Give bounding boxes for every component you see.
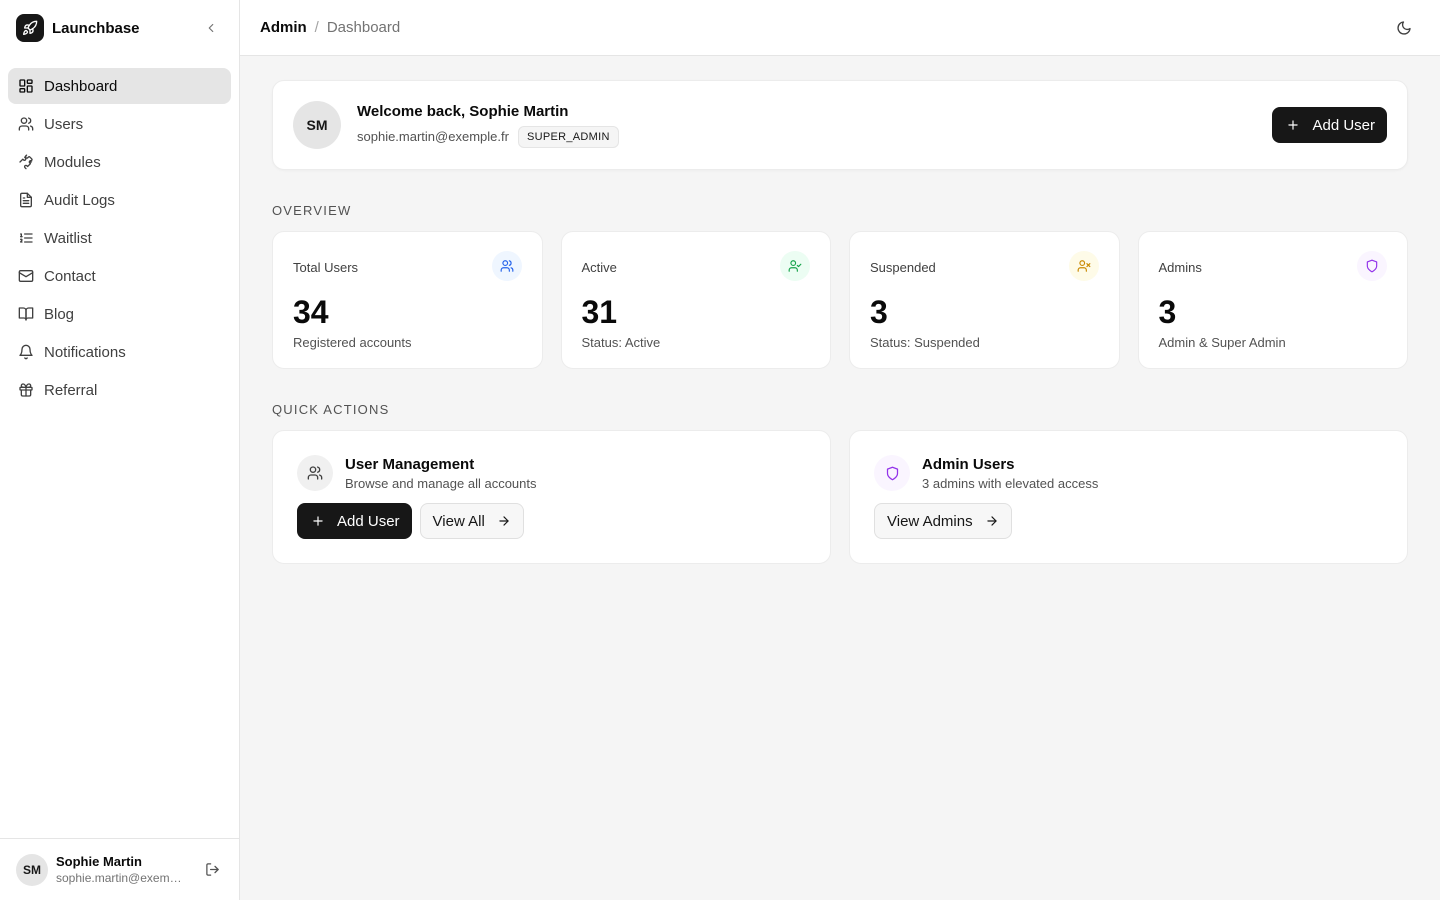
user-email: sophie.martin@exemple.fr <box>56 871 188 885</box>
sidebar-item-label: Modules <box>44 153 101 171</box>
stat-label: Admins <box>1158 260 1202 275</box>
sidebar-item-blog[interactable]: Blog <box>8 296 231 332</box>
stat-value: 34 <box>293 294 329 330</box>
stat-caption: Registered accounts <box>293 335 412 350</box>
qa-add-user-label: Add User <box>337 512 400 530</box>
avatar: SM <box>293 101 341 149</box>
quick-actions: User Management Browse and manage all ac… <box>272 430 1408 564</box>
role-badge: SUPER_ADMIN <box>517 125 619 148</box>
quick-actions-heading: QUICK ACTIONS <box>272 402 390 417</box>
stat-card-admins: Admins 3 Admin & Super Admin <box>1137 231 1408 369</box>
shield-icon <box>874 455 910 491</box>
log-out-icon <box>205 863 219 876</box>
qa-title: User Management <box>345 456 475 473</box>
users-icon <box>297 455 333 491</box>
sidebar-item-label: Dashboard <box>44 77 118 95</box>
shield-icon <box>1357 251 1387 281</box>
user-check-icon <box>780 251 810 281</box>
sidebar-item-contact[interactable]: Contact <box>8 258 231 294</box>
stats-grid: Total Users 34 Registered accounts Activ… <box>272 231 1408 369</box>
stat-card-suspended: Suspended 3 Status: Suspended <box>849 231 1120 369</box>
arrow-right-icon <box>499 516 509 526</box>
stat-label: Active <box>581 260 617 275</box>
mail-icon <box>18 268 34 284</box>
collapse-sidebar-button[interactable] <box>199 16 223 40</box>
view-admins-label: View Admins <box>887 512 973 530</box>
sidebar-item-label: Contact <box>44 267 96 285</box>
qa-title: Admin Users <box>922 456 1015 473</box>
breadcrumb-current: Dashboard <box>326 19 401 36</box>
user-x-icon <box>1068 251 1099 281</box>
view-all-label: View All <box>432 512 485 530</box>
plus-icon <box>313 516 323 526</box>
sidebar-item-users[interactable]: Users <box>8 106 231 142</box>
stat-label: Total Users <box>293 260 359 275</box>
puzzle-icon <box>18 154 34 170</box>
sidebar-item-modules[interactable]: Modules <box>8 144 231 180</box>
stat-value: 31 <box>581 294 618 330</box>
plus-icon <box>1288 120 1299 130</box>
overview-heading: OVERVIEW <box>272 203 352 218</box>
sidebar-user-profile: SM Sophie Martin sophie.martin@exemple.f… <box>0 838 240 900</box>
sidebar-nav: Dashboard Users Modules Audit Logs Waitl… <box>0 56 239 408</box>
qa-description: 3 admins with elevated access <box>922 476 1099 491</box>
sidebar-item-notifications[interactable]: Notifications <box>8 334 231 370</box>
book-open-icon <box>18 306 34 322</box>
welcome-title: Welcome back, Sophie Martin <box>357 102 569 120</box>
file-text-icon <box>18 192 34 208</box>
sidebar-item-referral[interactable]: Referral <box>8 372 231 408</box>
sidebar-item-label: Blog <box>44 305 75 323</box>
sidebar-item-dashboard[interactable]: Dashboard <box>8 68 231 104</box>
admin-users-card: Admin Users 3 admins with elevated acces… <box>849 430 1408 564</box>
list-ordered-icon <box>18 230 34 246</box>
moon-icon <box>1397 20 1411 35</box>
view-admins-button[interactable]: View Admins <box>874 503 1012 539</box>
dashboard-icon <box>18 78 34 94</box>
stat-label: Suspended <box>870 260 936 275</box>
stat-caption: Admin & Super Admin <box>1158 335 1286 350</box>
sidebar-item-audit-logs[interactable]: Audit Logs <box>8 182 231 218</box>
sidebar-item-label: Referral <box>44 381 98 399</box>
users-icon <box>491 251 522 281</box>
bell-icon <box>18 344 34 360</box>
sidebar-item-waitlist[interactable]: Waitlist <box>8 220 231 256</box>
add-user-label: Add User <box>1312 116 1375 134</box>
user-name: Sophie Martin <box>56 854 142 869</box>
stat-card-active: Active 31 Status: Active <box>560 231 831 369</box>
gift-icon <box>18 382 34 398</box>
user-management-card: User Management Browse and manage all ac… <box>272 430 831 564</box>
main-content: SM Welcome back, Sophie Martin sophie.ma… <box>272 80 1408 564</box>
sidebar-item-label: Notifications <box>44 343 126 361</box>
view-all-users-button[interactable]: View All <box>419 503 524 539</box>
stat-value: 3 <box>1158 294 1177 330</box>
breadcrumb-separator: / <box>314 19 319 36</box>
top-header: Admin / Dashboard <box>240 0 1440 56</box>
stat-value: 3 <box>870 294 888 330</box>
brand: Launchbase <box>0 0 239 56</box>
sidebar-item-label: Audit Logs <box>44 191 115 209</box>
users-icon <box>18 116 34 132</box>
stat-caption: Status: Active <box>581 335 661 350</box>
logout-button[interactable] <box>200 858 224 882</box>
sidebar-item-label: Users <box>44 115 84 133</box>
stat-card-total-users: Total Users 34 Registered accounts <box>272 231 543 369</box>
app-name: Launchbase <box>52 19 140 37</box>
qa-add-user-button[interactable]: Add User <box>297 503 412 539</box>
theme-toggle-button[interactable] <box>1388 12 1420 44</box>
stat-caption: Status: Suspended <box>870 335 980 350</box>
arrow-right-icon <box>986 516 997 526</box>
chevron-left-icon <box>208 23 214 33</box>
welcome-card: SM Welcome back, Sophie Martin sophie.ma… <box>272 80 1408 170</box>
welcome-email: sophie.martin@exemple.fr <box>357 129 509 144</box>
sidebar-item-label: Waitlist <box>44 229 92 247</box>
breadcrumb-root[interactable]: Admin <box>260 19 307 36</box>
rocket-icon[interactable] <box>16 14 44 42</box>
qa-description: Browse and manage all accounts <box>345 476 537 491</box>
avatar[interactable]: SM <box>16 853 48 886</box>
sidebar: Launchbase Dashboard Users Modules Audit… <box>0 0 240 900</box>
add-user-button[interactable]: Add User <box>1272 107 1387 143</box>
